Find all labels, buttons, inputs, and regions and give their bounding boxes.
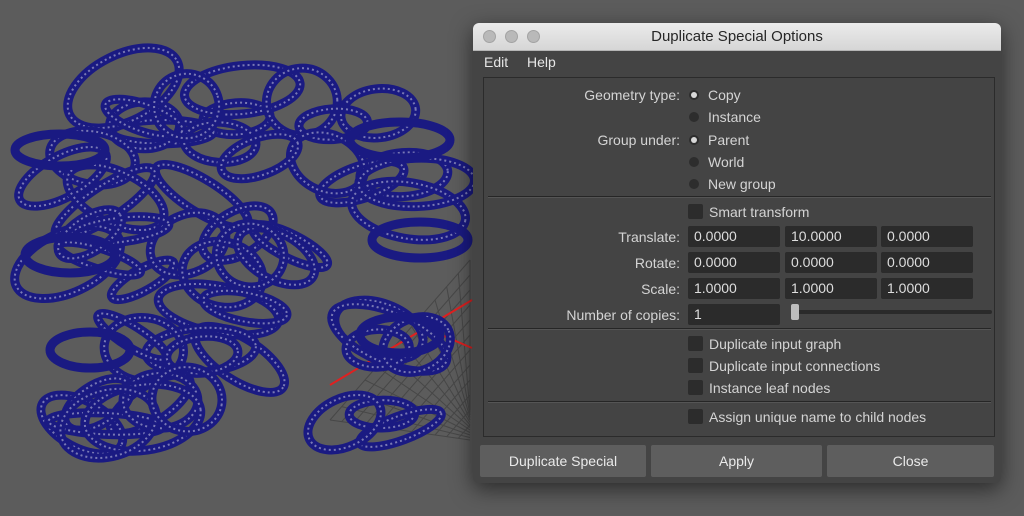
scale-label: Scale: xyxy=(641,281,680,297)
dup-input-graph-checkbox[interactable] xyxy=(688,336,703,351)
geometry-copy-label[interactable]: Copy xyxy=(708,86,741,104)
smart-transform-checkbox[interactable] xyxy=(688,204,703,219)
dup-input-graph-label[interactable]: Duplicate input graph xyxy=(709,335,841,353)
assign-unique-name-label[interactable]: Assign unique name to child nodes xyxy=(709,408,926,426)
separator xyxy=(488,401,991,403)
copies-label: Number of copies: xyxy=(566,307,680,323)
instance-leaf-nodes-checkbox[interactable] xyxy=(688,380,703,395)
translate-label: Translate: xyxy=(618,229,680,245)
group-parent-radio[interactable] xyxy=(689,135,699,145)
options-panel: Geometry type: Copy Instance Group under… xyxy=(483,77,995,437)
separator xyxy=(488,328,991,330)
scale-y-field[interactable]: 1.0000 xyxy=(785,278,877,299)
separator xyxy=(488,196,991,198)
duplicate-special-button[interactable]: Duplicate Special xyxy=(480,445,646,477)
dup-input-connections-label[interactable]: Duplicate input connections xyxy=(709,357,880,375)
menu-help[interactable]: Help xyxy=(527,53,556,71)
menu-bar: Edit Help xyxy=(473,51,1001,73)
torus-chain-mesh xyxy=(10,43,479,463)
translate-y-field[interactable]: 10.0000 xyxy=(785,226,877,247)
rotate-z-field[interactable]: 0.0000 xyxy=(881,252,973,273)
smart-transform-label[interactable]: Smart transform xyxy=(709,203,809,221)
torus-ring xyxy=(45,327,135,373)
geometry-type-label: Geometry type: xyxy=(584,87,680,103)
group-new-group-radio[interactable] xyxy=(689,179,699,189)
group-parent-label[interactable]: Parent xyxy=(708,131,749,149)
geometry-copy-radio[interactable] xyxy=(689,90,699,100)
geometry-instance-radio[interactable] xyxy=(689,112,699,122)
rotate-y-field[interactable]: 0.0000 xyxy=(785,252,877,273)
title-bar[interactable]: Duplicate Special Options xyxy=(473,23,1001,51)
close-button[interactable]: Close xyxy=(827,445,994,477)
rotate-x-field[interactable]: 0.0000 xyxy=(688,252,780,273)
scale-x-field[interactable]: 1.0000 xyxy=(688,278,780,299)
scale-z-field[interactable]: 1.0000 xyxy=(881,278,973,299)
instance-leaf-nodes-label[interactable]: Instance leaf nodes xyxy=(709,379,830,397)
copies-field[interactable]: 1 xyxy=(688,304,780,325)
menu-edit[interactable]: Edit xyxy=(484,53,508,71)
group-world-radio[interactable] xyxy=(689,157,699,167)
translate-x-field[interactable]: 0.0000 xyxy=(688,226,780,247)
copies-slider-track[interactable] xyxy=(794,310,992,314)
assign-unique-name-checkbox[interactable] xyxy=(688,409,703,424)
group-new-group-label[interactable]: New group xyxy=(708,175,776,193)
dup-input-connections-checkbox[interactable] xyxy=(688,358,703,373)
translate-z-field[interactable]: 0.0000 xyxy=(881,226,973,247)
copies-slider-handle[interactable] xyxy=(791,304,799,320)
group-under-label: Group under: xyxy=(597,132,681,148)
rotate-label: Rotate: xyxy=(634,255,680,271)
window-title: Duplicate Special Options xyxy=(651,28,823,45)
group-world-label[interactable]: World xyxy=(708,153,744,171)
geometry-instance-label[interactable]: Instance xyxy=(708,108,761,126)
duplicate-special-dialog: Duplicate Special Options Edit Help Geom… xyxy=(473,23,1001,483)
apply-button[interactable]: Apply xyxy=(651,445,822,477)
